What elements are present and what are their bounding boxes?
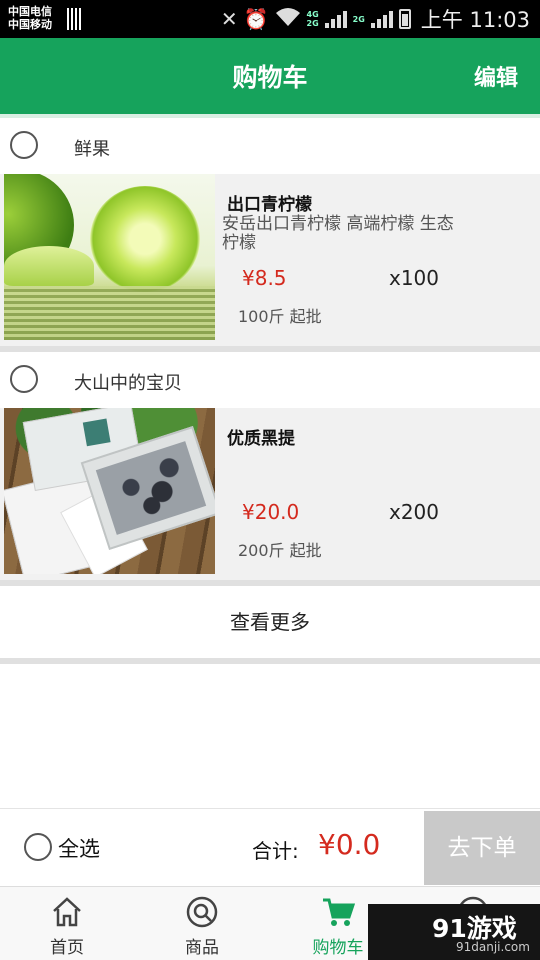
item-description: 安岳出口青柠檬 高端柠檬 生态柠檬 [222,214,454,253]
alarm-icon: ⏰ [243,7,269,31]
carrier-2: 中国移动 [8,18,52,31]
signal-icon-2 [370,10,393,28]
shop-name: 鲜果 [74,139,110,160]
item-title: 出口青柠檬 [227,195,312,215]
app-bar: 购物车 编辑 [0,38,540,114]
net-bottom-label: 2G [306,19,319,28]
cart-screen: 中国电信 中国移动 ✕ ⏰ 4G 2G 2G 上午 11:03 购物车 编辑 鲜… [0,0,540,960]
nav-item-home[interactable]: 首页 [12,887,122,960]
watermark: 91游戏 91danji.com [368,904,540,960]
item-quantity: x100 [389,266,440,290]
divider [0,658,540,664]
signal-icon [324,10,347,28]
search-icon [186,896,218,928]
shop-name: 大山中的宝贝 [74,373,182,394]
status-bar: 中国电信 中国移动 ✕ ⏰ 4G 2G 2G 上午 11:03 [0,0,540,38]
select-all-radio[interactable] [24,833,52,861]
cart-icon [323,898,355,926]
sim-card-icon [67,8,83,30]
carrier-1: 中国电信 [8,5,52,18]
view-more-button[interactable]: 查看更多 [0,586,540,658]
item-price: ¥8.5 [242,266,287,290]
checkout-button[interactable]: 去下单 [424,811,540,885]
cart-item[interactable]: 出口青柠檬 安岳出口青柠檬 高端柠檬 生态柠檬 ¥8.5 x100 100斤 起… [0,174,540,346]
nav-label: 首页 [50,938,84,958]
shop-header: 大山中的宝贝 [0,352,540,408]
network-type: 4G 2G [307,10,319,28]
item-title: 优质黑提 [227,429,295,449]
cart-item[interactable]: 优质黑提 ¥20.0 x200 200斤 起批 [0,408,540,580]
edit-button[interactable]: 编辑 [474,60,518,92]
status-icons: ✕ ⏰ 4G 2G 2G 上午 11:03 [221,4,530,34]
nav-item-products[interactable]: 商品 [147,887,257,960]
shop-select-radio[interactable] [10,131,38,159]
product-image[interactable] [4,408,215,574]
shop-header: 鲜果 [0,118,540,174]
network-type-2: 2G [352,14,365,24]
nav-label: 商品 [185,938,219,958]
carrier-labels: 中国电信 中国移动 [8,5,52,31]
total-value: ¥0.0 [318,828,381,861]
page-title: 购物车 [232,63,308,92]
product-image[interactable] [4,174,215,340]
home-icon [53,897,81,927]
item-min-order: 200斤 起批 [238,541,322,560]
shop-select-radio[interactable] [10,365,38,393]
select-all-label[interactable]: 全选 [58,833,100,863]
net-top-label: 4G [306,10,319,19]
item-min-order: 100斤 起批 [238,307,322,326]
item-quantity: x200 [389,500,440,524]
battery-icon [398,9,411,29]
item-price: ¥20.0 [242,500,300,524]
wifi-icon [275,7,301,32]
total-label: 合计: [252,839,299,863]
mute-icon: ✕ [220,7,238,31]
checkout-bar: 全选 合计: ¥0.0 去下单 [0,808,540,886]
watermark-url: 91danji.com [456,940,530,954]
clock: 上午 11:03 [420,8,530,32]
